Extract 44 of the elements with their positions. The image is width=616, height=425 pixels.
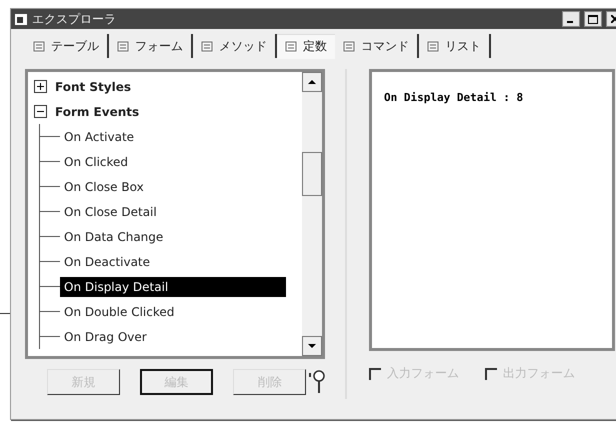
tree-line	[38, 174, 60, 199]
minimize-button[interactable]	[562, 11, 580, 27]
app-icon	[14, 12, 28, 26]
tree-item[interactable]: Font Styles	[51, 76, 136, 96]
tree-item[interactable]: On Activate	[60, 126, 138, 146]
scrollbar[interactable]	[302, 72, 322, 356]
tree-line	[38, 324, 60, 349]
tree-line	[38, 224, 60, 249]
maximize-button[interactable]	[584, 11, 602, 27]
tab[interactable]: フォーム	[109, 34, 193, 58]
tab[interactable]: リスト	[419, 34, 491, 58]
tree-item[interactable]: On Double Clicked	[60, 302, 178, 322]
tab[interactable]: コマンド	[335, 34, 419, 58]
tab[interactable]: テーブル	[25, 34, 109, 58]
window-title: エクスプローラ	[32, 10, 117, 28]
tab-icon	[33, 40, 45, 52]
tree-item[interactable]: On Display Detail	[60, 276, 286, 296]
tree-item[interactable]: On Close Detail	[60, 202, 161, 222]
scroll-down-icon[interactable]	[302, 336, 322, 356]
tree-line	[38, 274, 60, 299]
maximize-icon	[588, 14, 598, 24]
tree-item[interactable]: On Clicked	[60, 152, 132, 172]
scroll-up-icon[interactable]	[302, 72, 322, 92]
tree-line	[38, 299, 60, 324]
key-icon	[308, 369, 325, 395]
tree-item[interactable]: On Close Box	[60, 176, 148, 196]
tree-item[interactable]: Form Events	[51, 102, 144, 122]
tree-line	[38, 124, 60, 149]
tab[interactable]: 定数	[277, 34, 335, 58]
collapse-icon[interactable]	[34, 105, 47, 118]
tree-item[interactable]: On Data Change	[60, 226, 168, 246]
tab-icon	[201, 40, 213, 52]
tree-line	[38, 249, 60, 274]
expand-icon[interactable]	[34, 80, 47, 93]
tree-line	[38, 199, 60, 224]
tree-item[interactable]: On Drag Over	[60, 326, 151, 346]
tab-icon	[285, 41, 297, 52]
scroll-thumb[interactable]	[302, 152, 322, 196]
tab-icon	[343, 40, 355, 52]
tree-line	[38, 149, 60, 174]
tree-item[interactable]: On Deactivate	[60, 252, 154, 272]
detail-text: On Display Detail : 8	[384, 91, 524, 104]
tab-icon	[427, 40, 439, 52]
tab-icon	[117, 40, 129, 52]
